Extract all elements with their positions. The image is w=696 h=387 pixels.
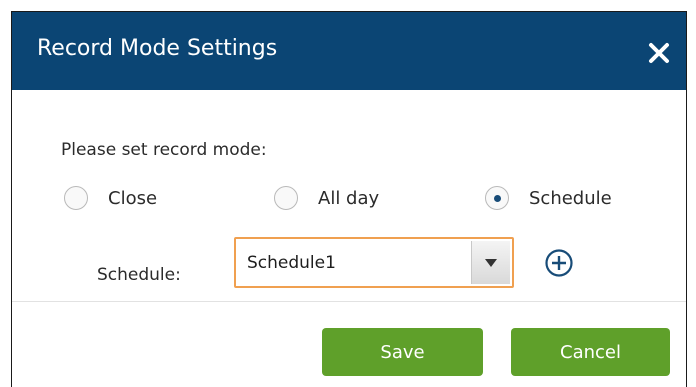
radio-all-day[interactable] [274, 186, 298, 210]
radio-label-close: Close [108, 187, 158, 209]
radio-close[interactable] [64, 186, 88, 210]
dialog-titlebar: Record Mode Settings [12, 12, 686, 90]
record-mode-prompt: Please set record mode: [61, 140, 267, 160]
schedule-select[interactable]: Schedule1 [234, 237, 514, 288]
plus-circle-icon[interactable] [544, 248, 574, 278]
save-button[interactable]: Save [322, 328, 483, 376]
footer-divider [12, 301, 686, 302]
radio-label-all-day: All day [318, 187, 380, 209]
radio-label-schedule: Schedule [529, 187, 612, 209]
radio-option-schedule[interactable]: Schedule [485, 182, 612, 214]
record-mode-dialog: Record Mode Settings Please set record m… [11, 11, 687, 387]
dialog-title: Record Mode Settings [37, 36, 278, 61]
radio-option-all-day[interactable]: All day [274, 182, 379, 214]
schedule-label: Schedule: [97, 265, 181, 285]
schedule-select-value: Schedule1 [247, 253, 336, 273]
radio-schedule[interactable] [485, 186, 509, 210]
cancel-button[interactable]: Cancel [511, 328, 670, 376]
radio-option-close[interactable]: Close [64, 182, 157, 214]
caret-down-icon[interactable] [471, 241, 510, 284]
close-icon[interactable] [644, 38, 674, 68]
